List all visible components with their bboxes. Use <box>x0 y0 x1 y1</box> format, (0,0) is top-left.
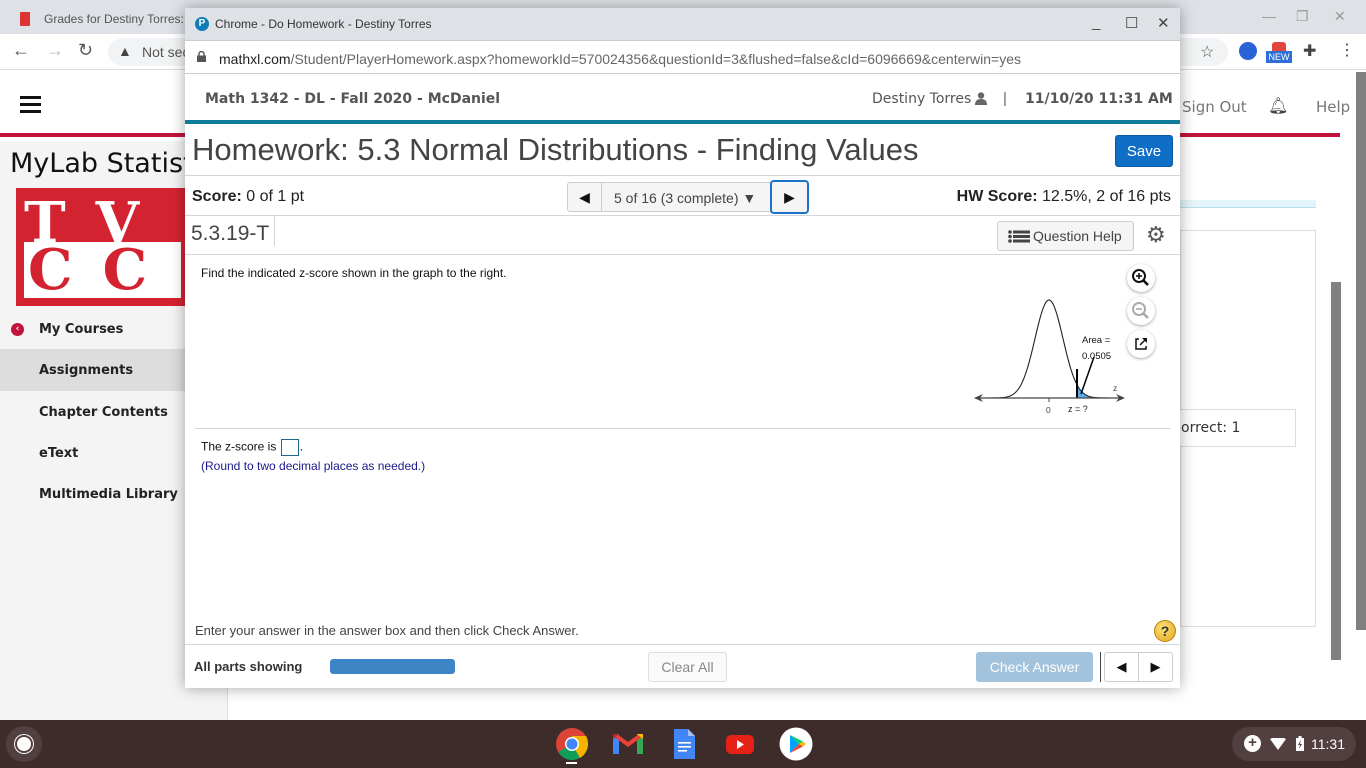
tick-label-z: z = ? <box>1068 404 1088 414</box>
popup-titlebar: P Chrome - Do Homework - Destiny Torres … <box>185 8 1180 40</box>
bookmark-star-icon[interactable]: ☆ <box>1200 42 1214 62</box>
rounding-instruction: (Round to two decimal places as needed.) <box>201 459 426 473</box>
question-divider <box>195 428 1170 429</box>
area-label: Area = <box>1082 335 1111 346</box>
save-button[interactable]: Save <box>1115 135 1173 167</box>
open-external-button[interactable] <box>1127 330 1155 358</box>
docs-app-icon[interactable] <box>667 727 701 761</box>
school-logo: TV CC <box>16 188 196 306</box>
bottom-previous-button[interactable]: ◀ <box>1104 652 1139 682</box>
previous-question-button[interactable]: ◀ <box>568 183 602 211</box>
popup-maximize-icon[interactable]: ☐ <box>1125 14 1138 32</box>
clock-time: 11:31 <box>1311 736 1345 752</box>
normal-distribution-graph: Area = 0.0505 z 0 z = ? <box>974 299 1125 415</box>
question-selector-dropdown[interactable]: 5 of 16 (3 complete) ▼ <box>614 190 756 206</box>
parts-progress-fill <box>330 659 455 674</box>
forward-icon[interactable]: → <box>46 40 64 61</box>
address-warning-text: Not sec <box>142 44 190 60</box>
pearson-favicon-icon: P <box>195 17 209 31</box>
hamburger-menu-icon[interactable] <box>20 96 41 114</box>
chevron-left-circle-icon: ‹ <box>11 323 24 336</box>
help-question-icon[interactable]: ? <box>1154 620 1176 642</box>
next-question-button[interactable]: ▶ <box>770 180 809 214</box>
wifi-icon <box>1270 738 1286 750</box>
question-text: Find the indicated z-score shown in the … <box>201 266 507 280</box>
answer-line: The z-score is . <box>201 439 303 456</box>
score-row: Score: 0 of 1 pt ◀ 5 of 16 (3 complete) … <box>185 175 1180 216</box>
help-link[interactable]: Help <box>1316 98 1350 116</box>
back-icon[interactable]: ← <box>12 40 30 61</box>
list-icon <box>1008 230 1030 243</box>
answer-instruction: Enter your answer in the answer box and … <box>195 623 579 638</box>
user-name: Destiny Torres <box>872 91 972 107</box>
launcher-icon <box>17 737 31 751</box>
system-tray[interactable]: + 11:31 <box>1232 727 1356 761</box>
extension-new-icon[interactable]: NEW <box>1266 42 1292 64</box>
battery-charging-icon <box>1296 736 1304 751</box>
area-pointer-line <box>1080 356 1095 395</box>
question-id-row: 5.3.19-T Question Help ⚙ <box>185 216 1180 255</box>
popup-window-title: Chrome - Do Homework - Destiny Torres <box>215 17 432 31</box>
zoom-in-icon <box>1132 269 1149 286</box>
normal-curve <box>978 299 1120 399</box>
dropdown-caret-icon: ▼ <box>742 190 757 206</box>
extension-icon[interactable] <box>1239 42 1257 60</box>
area-value: 0.0505 <box>1082 351 1111 362</box>
page-scrollbar-thumb[interactable] <box>1331 282 1341 660</box>
zoom-in-button[interactable] <box>1127 264 1155 292</box>
tab-title: Grades for Destiny Torres: <box>44 12 184 26</box>
close-icon[interactable]: ✕ <box>1334 8 1346 25</box>
tab-favicon-icon <box>20 12 30 26</box>
axis-label-z: z <box>1113 383 1117 393</box>
sign-out-link[interactable]: Sign Out <box>1182 98 1247 116</box>
popup-close-icon[interactable]: ✕ <box>1157 14 1170 32</box>
launcher-button[interactable] <box>6 726 42 762</box>
restore-icon[interactable]: ❐ <box>1296 8 1309 25</box>
homework-popup-window: P Chrome - Do Homework - Destiny Torres … <box>185 8 1180 688</box>
user-icon <box>975 92 987 105</box>
zoom-out-icon <box>1132 302 1149 319</box>
course-bar: Math 1342 - DL - Fall 2020 - McDaniel De… <box>185 74 1180 124</box>
play-store-app-icon[interactable] <box>779 727 813 761</box>
popup-address-bar[interactable]: mathxl.com/Student/PlayerHomework.aspx?h… <box>185 40 1180 74</box>
external-link-icon <box>1135 338 1147 350</box>
puzzle-extensions-icon[interactable]: ✚ <box>1303 41 1316 61</box>
z-score-answer-input[interactable] <box>280 439 299 456</box>
header-separator: | <box>1003 90 1007 107</box>
course-name: Math 1342 - DL - Fall 2020 - McDaniel <box>205 91 501 107</box>
chrome-active-indicator <box>566 762 577 764</box>
browser-scrollbar-thumb[interactable] <box>1356 72 1366 630</box>
bottom-next-button[interactable]: ▶ <box>1138 652 1173 682</box>
parts-progress-bar <box>330 659 455 674</box>
tick-label-zero: 0 <box>1046 405 1051 415</box>
check-answer-button[interactable]: Check Answer <box>976 652 1093 682</box>
homework-score: HW Score: 12.5%, 2 of 16 pts <box>956 188 1171 205</box>
all-parts-label: All parts showing <box>194 659 303 674</box>
reload-icon[interactable]: ↻ <box>78 40 93 61</box>
popup-minimize-icon[interactable]: _ <box>1092 14 1100 31</box>
minimize-icon[interactable]: — <box>1262 8 1276 24</box>
menu-kebab-icon[interactable]: ⋮ <box>1339 40 1355 60</box>
youtube-app-icon[interactable] <box>723 727 757 761</box>
popup-url: mathxl.com/Student/PlayerHomework.aspx?h… <box>219 51 1022 67</box>
question-help-button[interactable]: Question Help <box>997 221 1134 251</box>
zoom-out-button[interactable] <box>1127 297 1155 325</box>
button-separator <box>1100 652 1101 682</box>
warning-icon: ▲ <box>118 43 132 59</box>
notifications-bell-icon[interactable]: 🔔︎ <box>1268 96 1288 116</box>
question-id: 5.3.19-T <box>191 216 276 246</box>
chrome-app-icon[interactable] <box>555 727 589 761</box>
current-datetime: 11/10/20 11:31 AM <box>1025 91 1173 107</box>
homework-title: Homework: 5.3 Normal Distributions - Fin… <box>192 132 919 167</box>
right-info-bar <box>1180 200 1316 208</box>
question-score: Score: 0 of 1 pt <box>192 188 305 205</box>
lock-icon <box>197 51 206 62</box>
right-panel-correct-count: orrect: 1 <box>1176 409 1296 447</box>
gmail-app-icon[interactable] <box>611 727 645 761</box>
clear-all-button[interactable]: Clear All <box>648 652 727 682</box>
add-circle-icon: + <box>1244 735 1261 752</box>
settings-gear-icon[interactable]: ⚙ <box>1146 222 1166 248</box>
browser-window-controls: — ❐ ✕ <box>1256 0 1366 34</box>
bottom-action-bar: All parts showing Clear All Check Answer… <box>185 644 1180 688</box>
